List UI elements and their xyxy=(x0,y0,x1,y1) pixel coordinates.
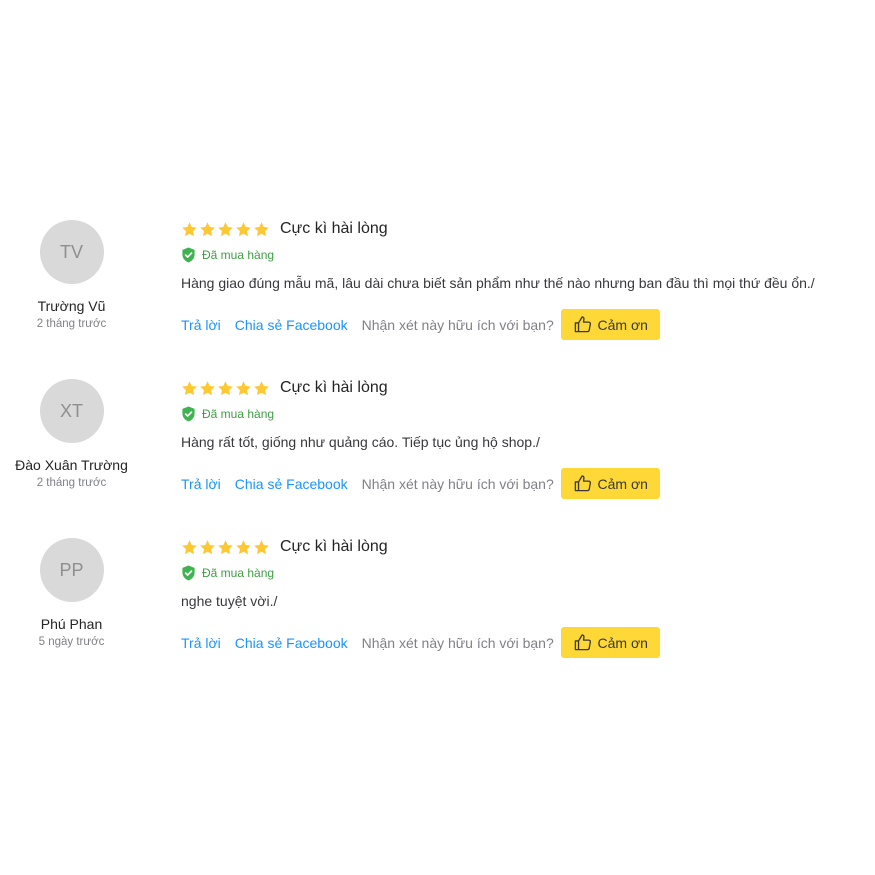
review-actions: Trả lời Chia sẻ Facebook Nhận xét này hữ… xyxy=(181,468,861,499)
verified-text: Đã mua hàng xyxy=(202,407,275,421)
review-item: PP Phú Phan 5 ngày trước Cực kì hài lòng… xyxy=(0,530,875,689)
thanks-label: Cảm ơn xyxy=(597,316,648,333)
helpful-question: Nhận xét này hữu ích với bạn? xyxy=(361,475,554,492)
star-rating xyxy=(181,221,270,238)
star-icon xyxy=(218,539,233,554)
thanks-button[interactable]: Cảm ơn xyxy=(560,627,660,658)
share-facebook-link[interactable]: Chia sẻ Facebook xyxy=(235,317,348,333)
star-rating xyxy=(181,539,270,556)
review-actions: Trả lời Chia sẻ Facebook Nhận xét này hữ… xyxy=(181,627,861,658)
review-author: PP Phú Phan 5 ngày trước xyxy=(0,538,143,648)
review-author: TV Trường Vũ 2 tháng trước xyxy=(0,220,143,330)
avatar: TV xyxy=(39,220,104,284)
star-icon xyxy=(236,221,251,236)
review-item: TV Trường Vũ 2 tháng trước Cực kì hài lò… xyxy=(0,212,875,371)
thanks-label: Cảm ơn xyxy=(597,634,648,651)
avatar: PP xyxy=(39,538,104,602)
review-text: Hàng giao đúng mẫu mã, lâu dài chưa biết… xyxy=(181,275,815,291)
verified-text: Đã mua hàng xyxy=(202,566,275,580)
star-icon xyxy=(182,539,197,554)
review-text: nghe tuyệt vời./ xyxy=(181,593,278,609)
thanks-label: Cảm ơn xyxy=(597,475,648,492)
review-actions: Trả lời Chia sẻ Facebook Nhận xét này hữ… xyxy=(181,309,861,340)
star-icon xyxy=(218,380,233,395)
rating-row: Cực kì hài lòng xyxy=(181,218,861,240)
shield-check-icon xyxy=(182,247,195,263)
review-time: 2 tháng trước xyxy=(36,477,107,489)
rating-row: Cực kì hài lòng xyxy=(181,536,861,558)
helpful-question: Nhận xét này hữu ích với bạn? xyxy=(361,634,554,651)
review-author: XT Đào Xuân Trường 2 tháng trước xyxy=(0,379,143,489)
thanks-button[interactable]: Cảm ơn xyxy=(560,468,660,499)
reply-link[interactable]: Trả lời xyxy=(181,635,221,651)
thumbs-up-icon xyxy=(574,475,591,492)
rating-text: Cực kì hài lòng xyxy=(280,379,388,396)
rating-text: Cực kì hài lòng xyxy=(280,220,388,237)
review-list: TV Trường Vũ 2 tháng trước Cực kì hài lò… xyxy=(0,212,875,689)
avatar: XT xyxy=(39,379,104,443)
star-icon xyxy=(182,221,197,236)
share-facebook-link[interactable]: Chia sẻ Facebook xyxy=(235,635,348,651)
verified-purchase-badge: Đã mua hàng xyxy=(181,406,861,422)
review-content: Cực kì hài lòng Đã mua hàng nghe tuyệt v… xyxy=(181,536,861,658)
star-rating xyxy=(181,380,270,397)
star-icon xyxy=(200,539,215,554)
shield-check-icon xyxy=(182,565,195,581)
review-content: Cực kì hài lòng Đã mua hàng Hàng giao đú… xyxy=(181,218,861,340)
share-facebook-link[interactable]: Chia sẻ Facebook xyxy=(235,476,348,492)
review-time: 2 tháng trước xyxy=(36,318,107,330)
shield-check-icon xyxy=(182,406,195,422)
verified-purchase-badge: Đã mua hàng xyxy=(181,565,861,581)
review-text: Hàng rất tốt, giống như quảng cáo. Tiếp … xyxy=(181,434,540,450)
star-icon xyxy=(236,539,251,554)
rating-row: Cực kì hài lòng xyxy=(181,377,861,399)
verified-text: Đã mua hàng xyxy=(202,248,275,262)
reply-link[interactable]: Trả lời xyxy=(181,317,221,333)
author-name: Phú Phan xyxy=(40,616,103,632)
thumbs-up-icon xyxy=(574,316,591,333)
rating-text: Cực kì hài lòng xyxy=(280,538,388,555)
star-icon xyxy=(254,221,269,236)
star-icon xyxy=(182,380,197,395)
author-name: Trường Vũ xyxy=(37,298,106,314)
star-icon xyxy=(236,380,251,395)
thumbs-up-icon xyxy=(574,634,591,651)
review-content: Cực kì hài lòng Đã mua hàng Hàng rất tốt… xyxy=(181,377,861,499)
star-icon xyxy=(254,380,269,395)
review-time: 5 ngày trước xyxy=(38,636,105,648)
helpful-question: Nhận xét này hữu ích với bạn? xyxy=(361,316,554,333)
reply-link[interactable]: Trả lời xyxy=(181,476,221,492)
star-icon xyxy=(200,221,215,236)
verified-purchase-badge: Đã mua hàng xyxy=(181,247,861,263)
star-icon xyxy=(218,221,233,236)
author-name: Đào Xuân Trường xyxy=(15,457,128,473)
review-item: XT Đào Xuân Trường 2 tháng trước Cực kì … xyxy=(0,371,875,530)
thanks-button[interactable]: Cảm ơn xyxy=(560,309,660,340)
star-icon xyxy=(254,539,269,554)
star-icon xyxy=(200,380,215,395)
